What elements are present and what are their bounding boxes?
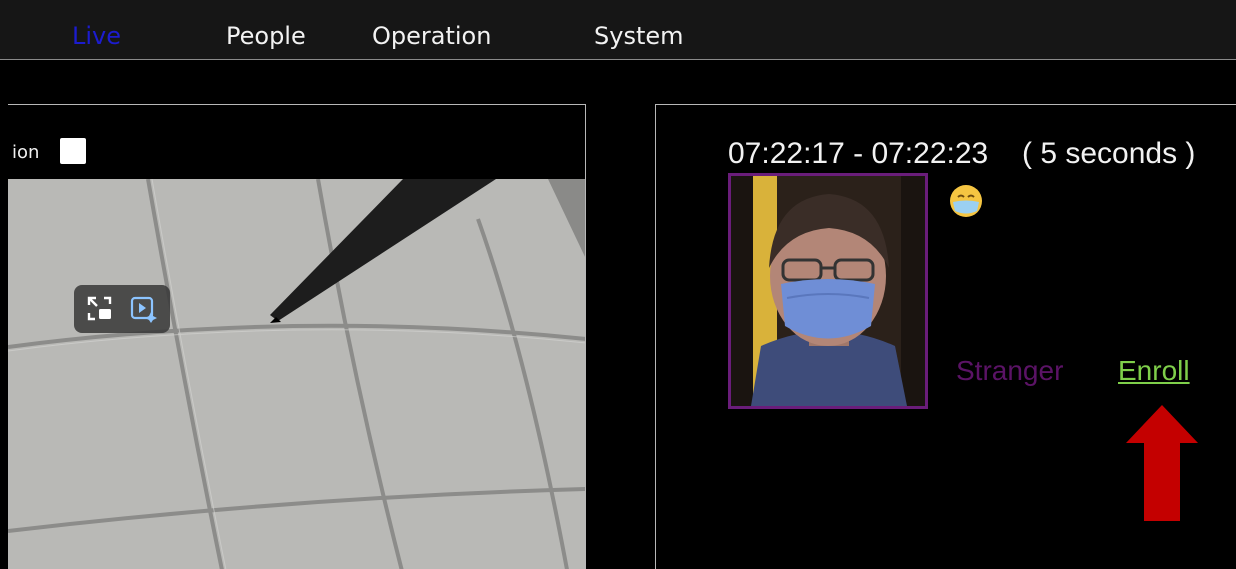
enroll-link[interactable]: Enroll: [1118, 355, 1190, 387]
option-checkbox[interactable]: [60, 138, 86, 164]
face-mask-icon: [950, 185, 982, 217]
ceiling-tiles-image: [8, 179, 585, 569]
event-duration: ( 5 seconds ): [1022, 137, 1196, 170]
recognition-event-panel: 07:22:17 - 07:22:23 ( 5 seconds ) Strang…: [655, 104, 1236, 569]
video-options-bar: ion: [8, 105, 585, 179]
nav-tab-people[interactable]: People: [226, 22, 306, 50]
ai-video-icon[interactable]: [130, 295, 158, 323]
event-time-range: 07:22:17 - 07:22:23: [728, 137, 989, 170]
nav-tab-system[interactable]: System: [594, 22, 684, 50]
face-snapshot[interactable]: [728, 173, 928, 409]
face-photo: [731, 176, 925, 406]
identity-label: Stranger: [956, 355, 1064, 386]
video-overlay-controls: [74, 285, 170, 333]
live-video-panel: ion: [8, 104, 586, 569]
red-arrow-annotation: [1126, 405, 1198, 521]
camera-video-feed[interactable]: [8, 179, 585, 569]
top-nav: Live People Operation System: [0, 0, 1236, 60]
option-label: ion: [12, 142, 40, 163]
nav-tab-live[interactable]: Live: [72, 22, 121, 50]
exit-fullscreen-icon[interactable]: [86, 295, 114, 323]
nav-tab-operation[interactable]: Operation: [372, 22, 491, 50]
